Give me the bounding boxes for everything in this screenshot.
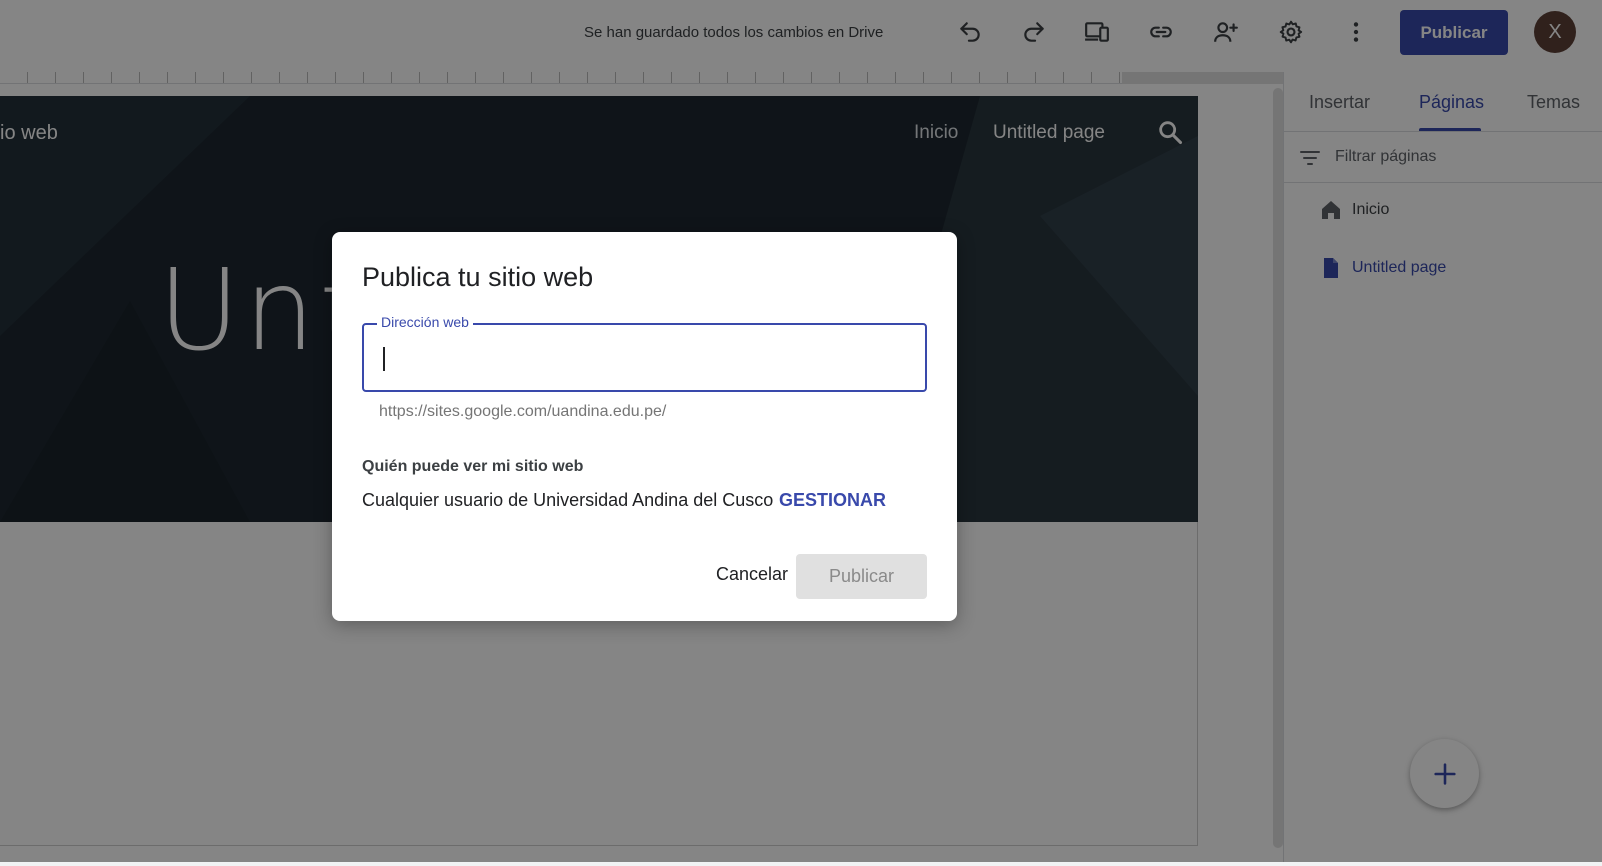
manage-visibility-link[interactable]: GESTIONAR [779, 490, 886, 511]
web-address-field[interactable]: Dirección web [362, 314, 927, 392]
visibility-value: Cualquier usuario de Universidad Andina … [362, 490, 774, 510]
text-caret [383, 347, 385, 371]
dialog-publish-button[interactable]: Publicar [796, 554, 927, 599]
web-address-label: Dirección web [377, 314, 473, 330]
dialog-title: Publica tu sitio web [362, 262, 594, 292]
publish-dialog: Publica tu sitio web Dirección web https… [332, 232, 957, 621]
bottom-strip [0, 862, 1602, 866]
web-address-hint: https://sites.google.com/uandina.edu.pe/ [379, 403, 667, 420]
cancel-button[interactable]: Cancelar [697, 554, 807, 594]
visibility-label: Quién puede ver mi sitio web [362, 458, 584, 475]
web-address-input[interactable] [380, 339, 900, 375]
